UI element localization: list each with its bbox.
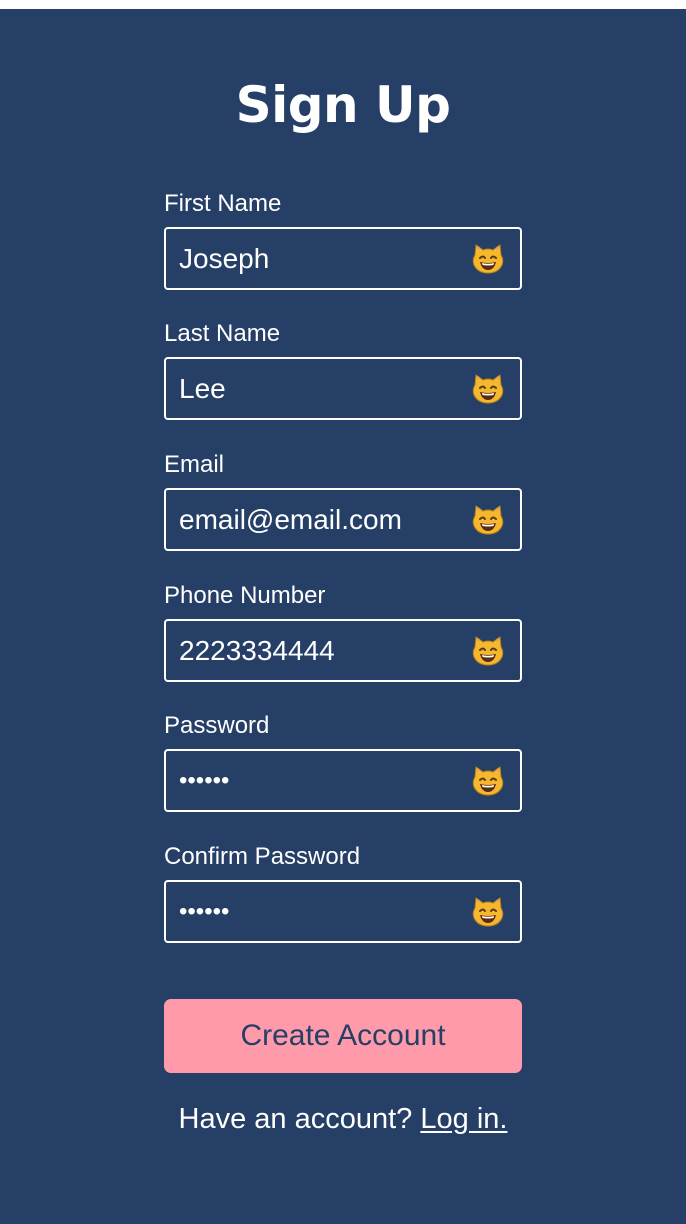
signup-panel: Sign Up First Name Last Name (0, 9, 686, 1224)
phone-box[interactable] (164, 619, 522, 682)
smiling-cat-icon (472, 505, 504, 535)
phone-field-group: Phone Number (164, 582, 522, 682)
smiling-cat-icon (472, 374, 504, 404)
phone-input[interactable] (166, 621, 456, 680)
create-account-button[interactable]: Create Account (164, 999, 522, 1073)
login-link[interactable]: Log in. (420, 1103, 507, 1135)
page-title: Sign Up (235, 76, 451, 134)
password-box[interactable] (164, 749, 522, 812)
last-name-box[interactable] (164, 357, 522, 420)
password-field-group: Password (164, 712, 522, 812)
confirm-password-box[interactable] (164, 880, 522, 943)
smiling-cat-icon (472, 244, 504, 274)
login-prompt: Have an account? Log in. (0, 1099, 686, 1139)
last-name-field-group: Last Name (164, 320, 522, 420)
phone-label: Phone Number (164, 582, 326, 609)
smiling-cat-icon (472, 636, 504, 666)
password-input[interactable] (166, 751, 456, 810)
confirm-password-field-group: Confirm Password (164, 843, 522, 943)
smiling-cat-icon (472, 897, 504, 927)
email-field-group: Email (164, 451, 522, 551)
confirm-password-label: Confirm Password (164, 843, 361, 870)
email-box[interactable] (164, 488, 522, 551)
first-name-box[interactable] (164, 227, 522, 290)
confirm-password-input[interactable] (166, 882, 456, 941)
smiling-cat-icon (472, 766, 504, 796)
first-name-label: First Name (164, 190, 282, 217)
login-prompt-text: Have an account? (178, 1103, 413, 1135)
password-label: Password (164, 712, 270, 739)
first-name-field-group: First Name (164, 190, 522, 290)
email-input[interactable] (166, 490, 456, 549)
last-name-label: Last Name (164, 320, 281, 347)
last-name-input[interactable] (166, 359, 456, 418)
email-label: Email (164, 451, 225, 478)
first-name-input[interactable] (166, 229, 456, 288)
